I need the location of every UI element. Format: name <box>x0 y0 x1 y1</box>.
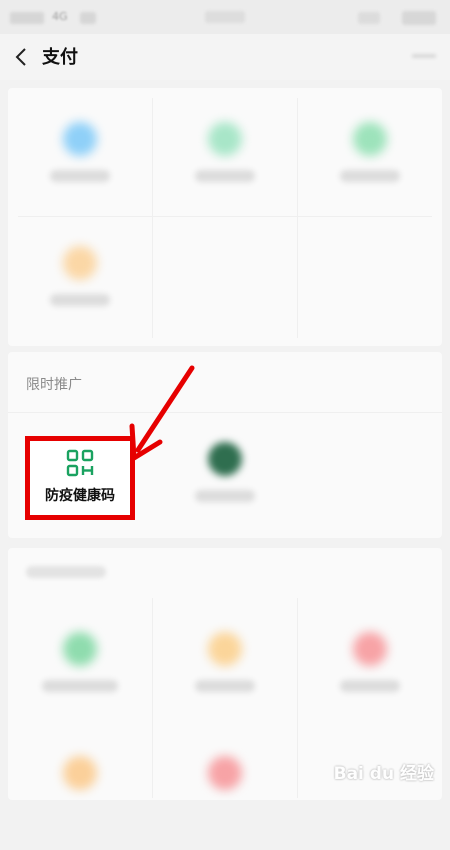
page-title: 支付 <box>42 47 78 68</box>
service-item[interactable] <box>8 608 152 726</box>
qr-code-icon <box>66 449 94 477</box>
watermark: Bai du 经验 <box>333 764 434 784</box>
battery-icon <box>402 11 436 25</box>
health-code-label: 防疫健康码 <box>45 488 115 504</box>
chevron-left-icon <box>15 48 26 66</box>
section-title <box>26 566 106 578</box>
service-item[interactable] <box>298 98 442 216</box>
health-code-button[interactable]: 防疫健康码 <box>25 436 135 520</box>
service-item[interactable] <box>153 418 297 536</box>
status-indicator <box>358 12 380 24</box>
service-label <box>195 680 255 692</box>
status-time <box>205 11 245 23</box>
network-type: 4G <box>52 10 68 23</box>
service-item[interactable] <box>8 98 152 216</box>
service-icon <box>63 632 97 666</box>
service-label <box>340 680 400 692</box>
service-item[interactable] <box>8 222 152 340</box>
service-label <box>195 490 255 502</box>
service-item[interactable] <box>153 608 297 726</box>
service-label <box>50 170 110 182</box>
service-label <box>195 170 255 182</box>
status-bar: 4G <box>0 0 450 34</box>
more-icon <box>412 54 436 58</box>
back-button[interactable] <box>8 42 36 72</box>
signal-icon <box>10 12 44 24</box>
service-icon <box>63 122 97 156</box>
service-icon <box>208 632 242 666</box>
services-card <box>8 88 442 346</box>
nav-bar: 支付 <box>0 34 450 80</box>
service-icon <box>353 632 387 666</box>
service-label <box>42 680 118 692</box>
promo-card: 限时推广 防疫健康码 <box>8 352 442 538</box>
grid-divider <box>18 216 432 217</box>
service-icon <box>353 122 387 156</box>
section-title: 限时推广 <box>26 377 82 393</box>
grid-divider <box>8 412 442 413</box>
service-icon <box>63 756 97 790</box>
service-icon <box>208 122 242 156</box>
service-icon <box>63 246 97 280</box>
service-item[interactable] <box>153 732 297 850</box>
service-label <box>50 294 110 306</box>
service-icon <box>208 442 242 476</box>
more-button[interactable] <box>412 46 438 66</box>
service-item[interactable] <box>8 732 152 850</box>
wifi-icon <box>80 12 96 24</box>
service-label <box>340 170 400 182</box>
service-item[interactable] <box>298 608 442 726</box>
service-icon <box>208 756 242 790</box>
service-item[interactable] <box>153 98 297 216</box>
